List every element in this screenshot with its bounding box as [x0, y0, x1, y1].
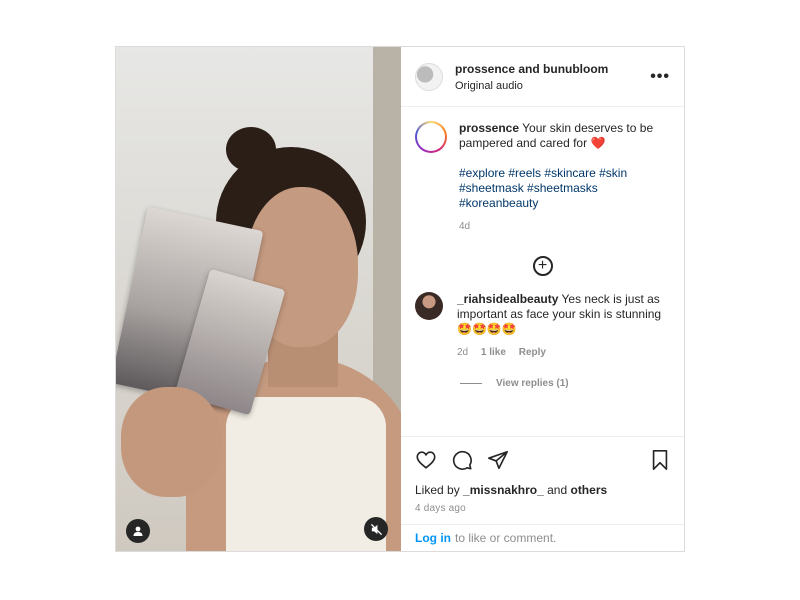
caption-username[interactable]: prossence: [459, 121, 519, 135]
action-icons: [415, 449, 670, 471]
author-avatar[interactable]: [415, 62, 443, 91]
comment-likes[interactable]: 1 like: [481, 347, 506, 358]
audio-label[interactable]: Original audio: [455, 80, 650, 92]
reply-button[interactable]: Reply: [519, 347, 546, 358]
hashtag-sheetmasks[interactable]: #sheetmasks: [527, 181, 598, 195]
login-prompt: Log in to like or comment.: [401, 524, 684, 551]
login-text: to like or comment.: [455, 531, 557, 545]
action-bar: Liked by _missnakhro_ and others 4 days …: [401, 436, 684, 514]
login-link[interactable]: Log in: [415, 531, 451, 545]
hashtags: #explore #reels #skincare #skin #sheetma…: [459, 166, 670, 211]
mute-button[interactable]: [364, 517, 388, 541]
photo-person-bun: [226, 127, 276, 172]
post-media[interactable]: [116, 47, 401, 551]
hashtag-explore[interactable]: #explore: [459, 166, 505, 180]
more-options-icon[interactable]: •••: [650, 68, 670, 86]
commenter-username[interactable]: _riahsidealbeauty: [457, 292, 558, 306]
user-icon: [133, 526, 143, 536]
hashtag-reels[interactable]: #reels: [508, 166, 541, 180]
share-icon[interactable]: [487, 449, 509, 471]
hashtag-koreanbeauty[interactable]: #koreanbeauty: [459, 196, 538, 210]
liked-and: and: [547, 483, 568, 497]
post-header-text: prossence and bunubloom Original audio: [455, 62, 650, 92]
view-replies-button[interactable]: View replies (1): [460, 378, 670, 389]
photo-person-top: [226, 397, 386, 551]
post-side-panel: prossence and bunubloom Original audio •…: [401, 47, 684, 551]
caption-body: prossence Your skin deserves to be pampe…: [459, 121, 670, 234]
comment-meta: 2d 1 like Reply: [457, 345, 670, 360]
commenter-avatar[interactable]: [415, 292, 443, 320]
liked-by: Liked by _missnakhro_ and others: [415, 483, 670, 497]
comment-emojis: 🤩🤩🤩🤩: [457, 322, 517, 336]
caption: prossence Your skin deserves to be pampe…: [415, 121, 670, 234]
photo-person-hand: [121, 387, 221, 497]
load-more-comments: +: [415, 256, 670, 276]
post-header: prossence and bunubloom Original audio •…: [401, 47, 684, 107]
caption-time[interactable]: 4d: [459, 219, 670, 234]
hashtag-skin[interactable]: #skin: [599, 166, 627, 180]
hashtag-skincare[interactable]: #skincare: [544, 166, 595, 180]
liked-user[interactable]: _missnakhro_: [463, 483, 544, 497]
liked-prefix: Liked by: [415, 483, 460, 497]
caption-avatar-inner: [417, 123, 445, 151]
replies-divider: [460, 383, 482, 384]
view-replies-label: View replies (1): [496, 378, 569, 389]
muted-speaker-icon: [370, 523, 382, 535]
author-names[interactable]: prossence and bunubloom: [455, 62, 650, 76]
heart-emoji: ❤️: [590, 136, 606, 150]
post-time[interactable]: 4 days ago: [415, 503, 670, 514]
heart-icon[interactable]: [415, 449, 437, 471]
tagged-user-button[interactable]: [126, 519, 150, 543]
comment-time[interactable]: 2d: [457, 347, 468, 358]
bookmark-icon[interactable]: [650, 449, 670, 471]
hashtag-sheetmask[interactable]: #sheetmask: [459, 181, 524, 195]
caption-avatar[interactable]: [415, 121, 447, 153]
comments-section: prossence Your skin deserves to be pampe…: [401, 107, 684, 436]
comment-body: _riahsidealbeauty Yes neck is just as im…: [457, 292, 670, 360]
post-card: prossence and bunubloom Original audio •…: [115, 46, 685, 552]
liked-others[interactable]: others: [570, 483, 607, 497]
comment-icon[interactable]: [451, 449, 473, 471]
plus-circle-icon[interactable]: +: [532, 256, 553, 276]
comment-item: _riahsidealbeauty Yes neck is just as im…: [415, 292, 670, 360]
